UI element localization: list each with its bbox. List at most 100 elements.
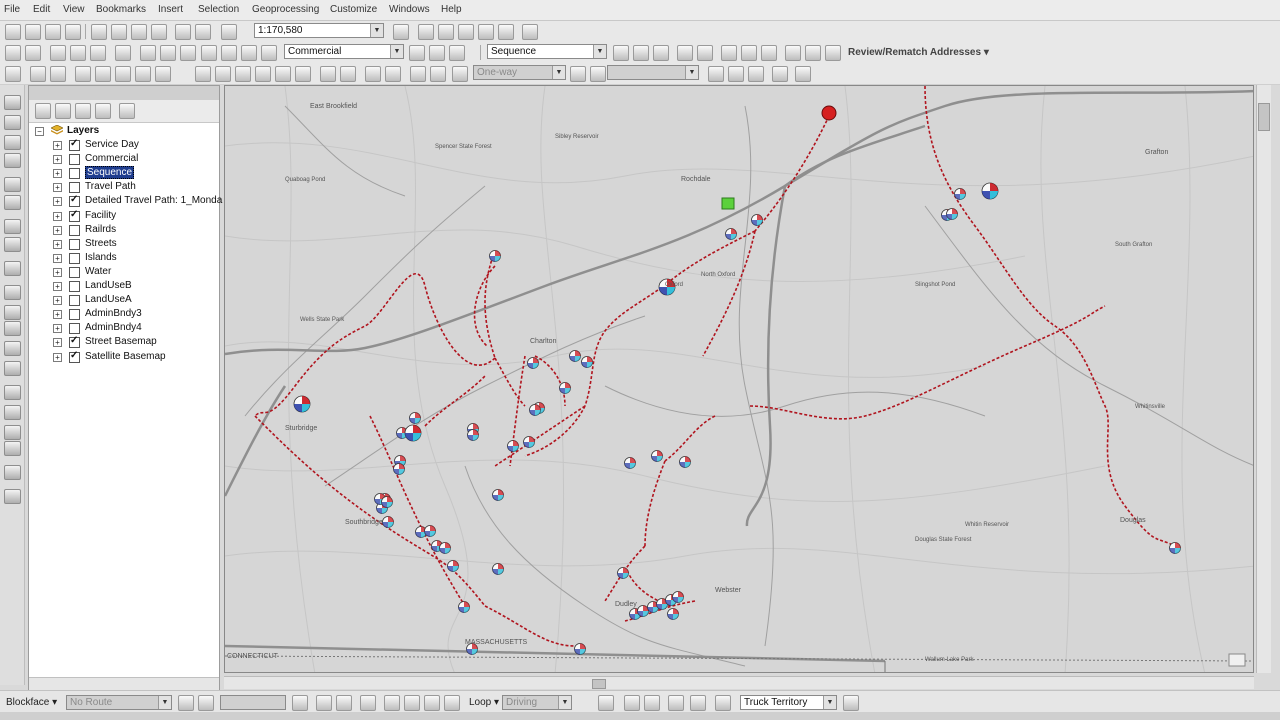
save-icon[interactable] (45, 24, 61, 40)
stop-marker[interactable] (467, 429, 479, 441)
stop-marker[interactable] (527, 357, 539, 369)
print-icon[interactable] (65, 24, 81, 40)
menu-help[interactable]: Help (441, 4, 462, 15)
find-icon[interactable] (4, 405, 21, 420)
layer-visibility-checkbox[interactable] (69, 309, 80, 321)
layer-label[interactable]: LandUseA (85, 294, 132, 305)
menu-customize[interactable]: Customize (330, 4, 377, 15)
map-view[interactable]: East Brookfield Spencer State Forest Sible… (224, 85, 1254, 673)
html-popup-icon[interactable] (4, 361, 21, 376)
fixed-zoom-out-icon[interactable] (4, 195, 21, 210)
target-icon[interactable] (653, 45, 669, 61)
stop-edit-icon[interactable] (340, 66, 356, 82)
copy-icon[interactable] (111, 24, 127, 40)
dot-icon[interactable] (570, 66, 586, 82)
stop-marker[interactable] (624, 457, 636, 469)
calculator-icon[interactable] (160, 45, 176, 61)
layer-label[interactable]: Facility (85, 210, 116, 221)
stop-marker[interactable] (439, 542, 451, 554)
expand-icon[interactable]: + (53, 338, 62, 348)
merge-icon[interactable] (697, 45, 713, 61)
layer-label[interactable]: LandUseB (85, 280, 132, 291)
layer-visibility-checkbox[interactable] (69, 238, 80, 250)
facility-marker[interactable] (821, 105, 837, 121)
stop-marker[interactable] (569, 350, 581, 362)
hand-icon[interactable] (690, 695, 706, 711)
sequence-down-icon[interactable] (633, 45, 649, 61)
full-extent-icon[interactable] (4, 153, 21, 168)
expand-icon[interactable]: + (53, 253, 62, 263)
layer-visibility-checkbox[interactable] (69, 182, 80, 194)
list-by-visibility-icon[interactable] (75, 103, 91, 119)
toc-layer-row[interactable]: + Travel Path (29, 180, 219, 194)
menu-insert[interactable]: Insert (158, 4, 183, 15)
expand-icon[interactable]: + (53, 155, 62, 165)
sketch-icon[interactable] (215, 66, 231, 82)
stop-marker[interactable] (617, 567, 629, 579)
options-icon[interactable] (119, 103, 135, 119)
collapse-icon[interactable]: − (35, 127, 44, 136)
expand-icon[interactable]: + (53, 352, 62, 362)
cut-icon[interactable] (91, 24, 107, 40)
stop-marker[interactable] (393, 463, 405, 475)
snap-icon[interactable] (430, 66, 446, 82)
python-window-icon[interactable] (498, 24, 514, 40)
stop-marker[interactable] (409, 412, 421, 424)
expand-icon[interactable]: + (53, 267, 62, 277)
layer-label[interactable]: Street Basemap (85, 336, 157, 347)
toc-layer-row[interactable]: + Street Basemap (29, 335, 219, 349)
layer-visibility-checkbox[interactable] (69, 138, 80, 151)
select-by-rectangle-icon[interactable] (4, 261, 21, 276)
stop-marker[interactable] (492, 489, 504, 501)
menu-view[interactable]: View (63, 4, 85, 15)
layer-label[interactable]: Satellite Basemap (85, 351, 166, 362)
layer-visibility-checkbox[interactable] (69, 209, 80, 222)
stop-marker[interactable] (382, 516, 394, 528)
table-icon[interactable] (75, 66, 91, 82)
layer-visibility-checkbox[interactable] (69, 168, 80, 180)
list-by-selection-icon[interactable] (95, 103, 111, 119)
stops-grid-icon[interactable] (624, 695, 640, 711)
select-features-icon[interactable] (90, 45, 106, 61)
toc-layer-row[interactable]: + Streets (29, 237, 219, 251)
layer-visibility-checkbox[interactable] (69, 266, 80, 278)
delete-icon[interactable] (151, 24, 167, 40)
layer-visibility-checkbox[interactable] (69, 224, 80, 236)
chevron-down-icon[interactable]: ▼ (685, 66, 698, 79)
stop-marker[interactable] (424, 525, 436, 537)
expand-icon[interactable]: + (53, 239, 62, 249)
pan-icon[interactable] (4, 135, 21, 150)
add-stop-icon[interactable] (409, 45, 425, 61)
settings-icon[interactable] (708, 66, 724, 82)
expand-icon[interactable]: + (53, 324, 62, 334)
expand-icon[interactable]: + (53, 169, 62, 179)
label-tool-icon[interactable] (715, 695, 731, 711)
menu-file[interactable]: File (4, 4, 20, 15)
stop-marker[interactable] (751, 214, 763, 226)
paste-icon[interactable] (131, 24, 147, 40)
layer-label[interactable]: AdminBndy3 (85, 308, 142, 319)
stop-marker[interactable] (293, 395, 311, 413)
toc-layer-row[interactable]: + Facility (29, 209, 219, 223)
review-icon[interactable] (825, 45, 841, 61)
chevron-down-icon[interactable]: ▼ (370, 24, 383, 37)
catalog-window-icon[interactable] (438, 24, 454, 40)
stop-marker[interactable] (458, 601, 470, 613)
stop-icon[interactable] (336, 695, 352, 711)
chevron-down-icon[interactable]: ▼ (593, 45, 606, 58)
remove-stop-icon[interactable] (429, 45, 445, 61)
connect-icon[interactable] (384, 695, 400, 711)
sequence-up-icon[interactable] (613, 45, 629, 61)
menu-bookmarks[interactable]: Bookmarks (96, 4, 146, 15)
stop-icon[interactable] (316, 695, 332, 711)
street-icon[interactable] (452, 66, 468, 82)
zoom-out-icon[interactable] (4, 115, 21, 130)
stop-marker[interactable] (954, 188, 966, 200)
layer-label[interactable]: Railrds (85, 224, 116, 235)
route-number-input[interactable] (220, 695, 286, 710)
stop-marker[interactable] (489, 250, 501, 262)
stop-marker[interactable] (672, 591, 684, 603)
stop-marker[interactable] (447, 560, 459, 572)
viewer-window-icon[interactable] (4, 489, 21, 504)
map-scale-combo[interactable]: 1:170,580 ▼ (254, 23, 384, 38)
